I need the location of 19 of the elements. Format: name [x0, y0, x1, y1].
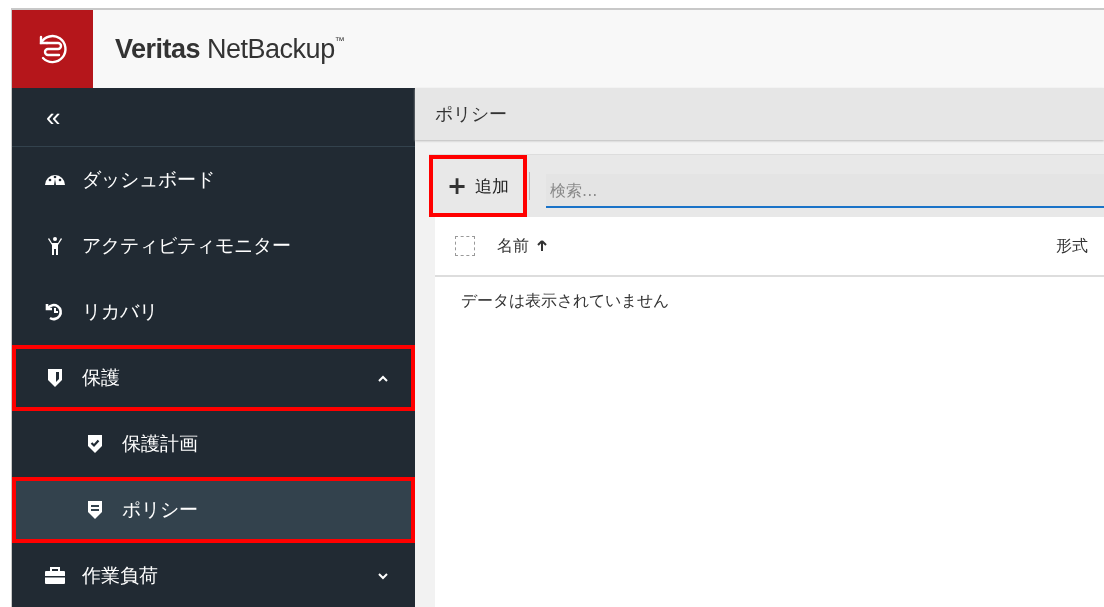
- nav-item[interactable]: 作業負荷: [12, 543, 415, 607]
- product-name: Veritas NetBackup$^{™}$: [115, 33, 345, 65]
- empty-message: データは表示されていません: [460, 290, 670, 312]
- collapse-button[interactable]: «: [42, 101, 65, 133]
- page-title: ポリシー: [435, 102, 507, 126]
- nav-item[interactable]: アクティビティモニター: [12, 213, 415, 279]
- nav-item[interactable]: ダッシュボード: [12, 147, 415, 213]
- nav-item[interactable]: ポリシー: [12, 477, 415, 543]
- column-header[interactable]: 形式: [1056, 235, 1088, 257]
- nav-item[interactable]: 保護計画: [12, 411, 415, 477]
- chevron-up-icon: [377, 374, 389, 382]
- column-header[interactable]: 名前: [497, 235, 1056, 257]
- chevron-down-icon: [377, 572, 389, 580]
- briefcase-icon: [44, 566, 66, 586]
- nav-item[interactable]: リカバリ: [12, 279, 415, 345]
- add-button[interactable]: + 追加: [429, 155, 528, 217]
- select-all-checkbox[interactable]: [455, 236, 475, 256]
- nav-item[interactable]: 保護: [12, 345, 415, 411]
- search-field[interactable]: 検索...: [546, 174, 1104, 208]
